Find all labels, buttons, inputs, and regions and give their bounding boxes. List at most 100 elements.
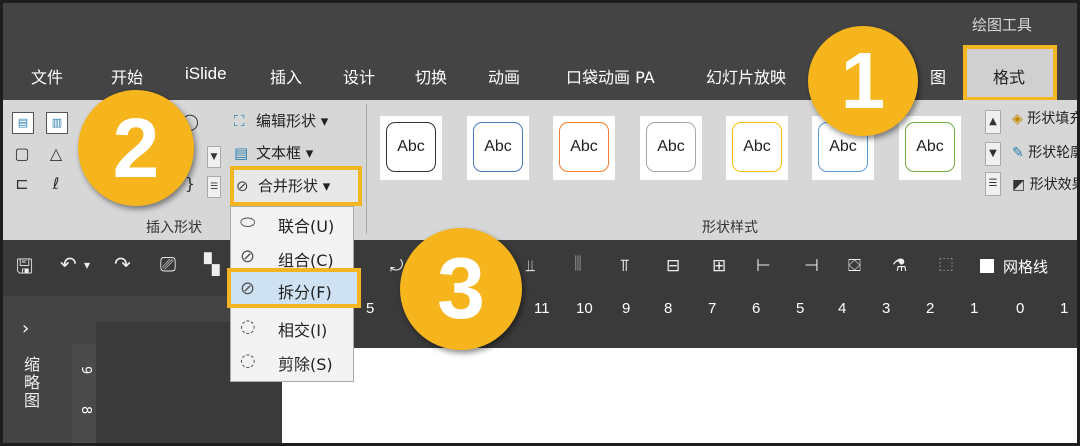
shape-style-preview: Abc bbox=[732, 122, 782, 172]
align-middle-icon[interactable]: ⊟ bbox=[666, 256, 680, 276]
ruler-number: 7 bbox=[708, 300, 717, 317]
ruler-number: 8 bbox=[664, 300, 673, 317]
edit-shape-icon: ⛶ bbox=[234, 112, 245, 130]
align-center-icon[interactable]: ⊞ bbox=[712, 256, 726, 276]
shape-style-thumbnail[interactable]: Abc bbox=[380, 116, 442, 180]
ruler-number: 1 bbox=[970, 300, 979, 317]
triangle-shape-icon[interactable]: △ bbox=[46, 144, 66, 164]
distribute-bottom-icon[interactable]: ⫫ bbox=[526, 256, 535, 276]
shape-style-thumbnail[interactable]: Abc bbox=[726, 116, 788, 180]
tab-pocket-animation[interactable]: 口袋动画 PA bbox=[566, 64, 655, 88]
arrange-icon[interactable]: ▚ bbox=[204, 252, 219, 276]
ruler-number: 10 bbox=[576, 300, 593, 317]
shape-style-thumbnail[interactable]: Abc bbox=[467, 116, 529, 180]
thumbnail-pane-title: 缩略图 bbox=[21, 356, 40, 410]
text-box-button[interactable]: ▤ 文本框 ▾ bbox=[234, 142, 313, 163]
align-right-icon[interactable]: ⊣ bbox=[804, 256, 819, 276]
ruler-number: 2 bbox=[926, 300, 935, 317]
shape-style-thumbnail[interactable]: Abc bbox=[553, 116, 615, 180]
tab-home[interactable]: 开始 bbox=[111, 64, 143, 88]
rounded-rectangle-shape-icon[interactable]: ▢ bbox=[12, 144, 32, 164]
scribble-shape-icon[interactable]: ℓ bbox=[46, 174, 66, 194]
merge-shapes-icon: ⊘ bbox=[236, 177, 249, 195]
shape-style-preview: Abc bbox=[905, 122, 955, 172]
shape-style-thumbnail[interactable]: Abc bbox=[899, 116, 961, 180]
slide-canvas[interactable] bbox=[282, 348, 1080, 446]
effects-icon: ◩ bbox=[1012, 177, 1026, 193]
fragment-icon: ⊘ bbox=[240, 278, 256, 299]
vertical-ruler-number: 9 bbox=[78, 366, 93, 375]
edit-shape-button[interactable]: ⛶ 编辑形状 ▾ bbox=[234, 110, 328, 131]
tab-format-label: 格式 bbox=[993, 68, 1026, 87]
shape-fill-button[interactable]: ◈ 形状填充 bbox=[1012, 108, 1080, 128]
tab-slideshow[interactable]: 幻灯片放映 bbox=[706, 64, 786, 88]
format-painter-icon[interactable]: ⛋ bbox=[848, 256, 861, 276]
menu-item-subtract[interactable]: ◌ 剪除(S) bbox=[234, 348, 350, 376]
style-gallery-down-icon[interactable]: ▼ bbox=[985, 142, 1001, 166]
menu-item-intersect[interactable]: ◌ 相交(I) bbox=[234, 314, 350, 342]
shape-effects-button[interactable]: ◩ 形状效果 bbox=[1012, 174, 1080, 194]
align-top-icon[interactable]: ⫪ bbox=[620, 256, 630, 276]
shape-styles-group-label: 形状样式 bbox=[702, 220, 758, 236]
step-badge-3: 3 bbox=[400, 228, 522, 350]
step-badge-1: 1 bbox=[808, 26, 918, 136]
menu-item-fragment[interactable]: ⊘ 拆分(F) bbox=[234, 276, 350, 304]
ruler-number: 0 bbox=[1016, 300, 1025, 317]
union-icon: ⬭ bbox=[240, 212, 256, 233]
redo-icon[interactable]: ↷ bbox=[114, 252, 131, 276]
style-gallery-more-icon[interactable]: ☰ bbox=[985, 172, 1001, 196]
ruler-number: 5 bbox=[366, 300, 375, 317]
shape-style-preview: Abc bbox=[559, 122, 609, 172]
ruler-number: 6 bbox=[752, 300, 761, 317]
align-left-icon[interactable]: ⊢ bbox=[756, 256, 771, 276]
insert-shapes-group-label: 插入形状 bbox=[146, 220, 202, 236]
tab-design[interactable]: 设计 bbox=[343, 64, 375, 88]
shape-outline-button[interactable]: ✎ 形状轮廓 bbox=[1012, 142, 1080, 162]
ruler-number: 1 bbox=[1060, 300, 1069, 317]
undo-dropdown-icon[interactable]: ▾ bbox=[84, 258, 90, 272]
distribute-horizontal-icon[interactable]: ⫼ bbox=[574, 254, 582, 274]
gridlines-label: 网格线 bbox=[1003, 258, 1049, 276]
style-gallery-up-icon[interactable]: ▲ bbox=[985, 110, 1001, 134]
title-bar bbox=[0, 0, 1080, 42]
undo-icon[interactable]: ↶ bbox=[60, 252, 77, 276]
tab-insert[interactable]: 插入 bbox=[270, 64, 302, 88]
ruler-number: 9 bbox=[622, 300, 631, 317]
ribbon-tab-bar: 文件 开始 iSlide 插入 设计 切换 动画 口袋动画 PA 幻灯片放映 图 bbox=[0, 42, 1080, 100]
vertical-ruler bbox=[72, 344, 96, 446]
ruler-number: 3 bbox=[882, 300, 891, 317]
save-icon[interactable]: 🖫 bbox=[16, 252, 33, 286]
tab-file[interactable]: 文件 bbox=[31, 64, 63, 88]
intersect-icon: ◌ bbox=[240, 316, 256, 337]
selection-pane-icon[interactable]: ⬚ bbox=[938, 254, 954, 274]
tab-view-partial[interactable]: 图 bbox=[930, 64, 946, 88]
gallery-more-icon[interactable]: ☰ bbox=[207, 176, 221, 198]
tab-animations[interactable]: 动画 bbox=[488, 64, 520, 88]
ruler-number: 11 bbox=[534, 300, 550, 317]
pen-icon: ✎ bbox=[1012, 145, 1024, 161]
tab-transitions[interactable]: 切换 bbox=[415, 64, 447, 88]
expand-pane-icon[interactable]: › bbox=[22, 318, 29, 339]
present-icon[interactable]: ⎚ bbox=[160, 252, 176, 276]
step-badge-2: 2 bbox=[78, 90, 194, 206]
freeform-shape-icon[interactable]: ⊏ bbox=[12, 174, 32, 194]
merge-shapes-label-row: ⊘ 合并形状 ▾ bbox=[236, 177, 331, 195]
subtract-icon: ◌ bbox=[240, 350, 256, 371]
menu-item-union[interactable]: ⬭ 联合(U) bbox=[234, 210, 350, 238]
vertical-ruler-number: 8 bbox=[78, 406, 93, 415]
ruler-number: 5 bbox=[796, 300, 805, 317]
textbox-shape-icon[interactable]: ▤ bbox=[12, 112, 34, 134]
combine-icon: ⊘ bbox=[240, 246, 256, 267]
menu-item-combine[interactable]: ⊘ 组合(C) bbox=[234, 244, 350, 272]
shape-style-thumbnail[interactable]: Abc bbox=[640, 116, 702, 180]
eyedropper-icon[interactable]: ⚗ bbox=[892, 256, 907, 276]
vertical-textbox-shape-icon[interactable]: ▥ bbox=[46, 112, 68, 134]
tab-islide[interactable]: iSlide bbox=[185, 64, 227, 84]
gallery-scroll-down-icon[interactable]: ▼ bbox=[207, 146, 221, 168]
gridlines-checkbox[interactable] bbox=[980, 259, 994, 273]
shape-style-preview: Abc bbox=[473, 122, 523, 172]
shape-style-preview: Abc bbox=[386, 122, 436, 172]
drawing-tools-context-label: 绘图工具 bbox=[972, 16, 1033, 34]
text-box-icon: ▤ bbox=[234, 144, 249, 162]
ruler-number: 4 bbox=[838, 300, 847, 317]
